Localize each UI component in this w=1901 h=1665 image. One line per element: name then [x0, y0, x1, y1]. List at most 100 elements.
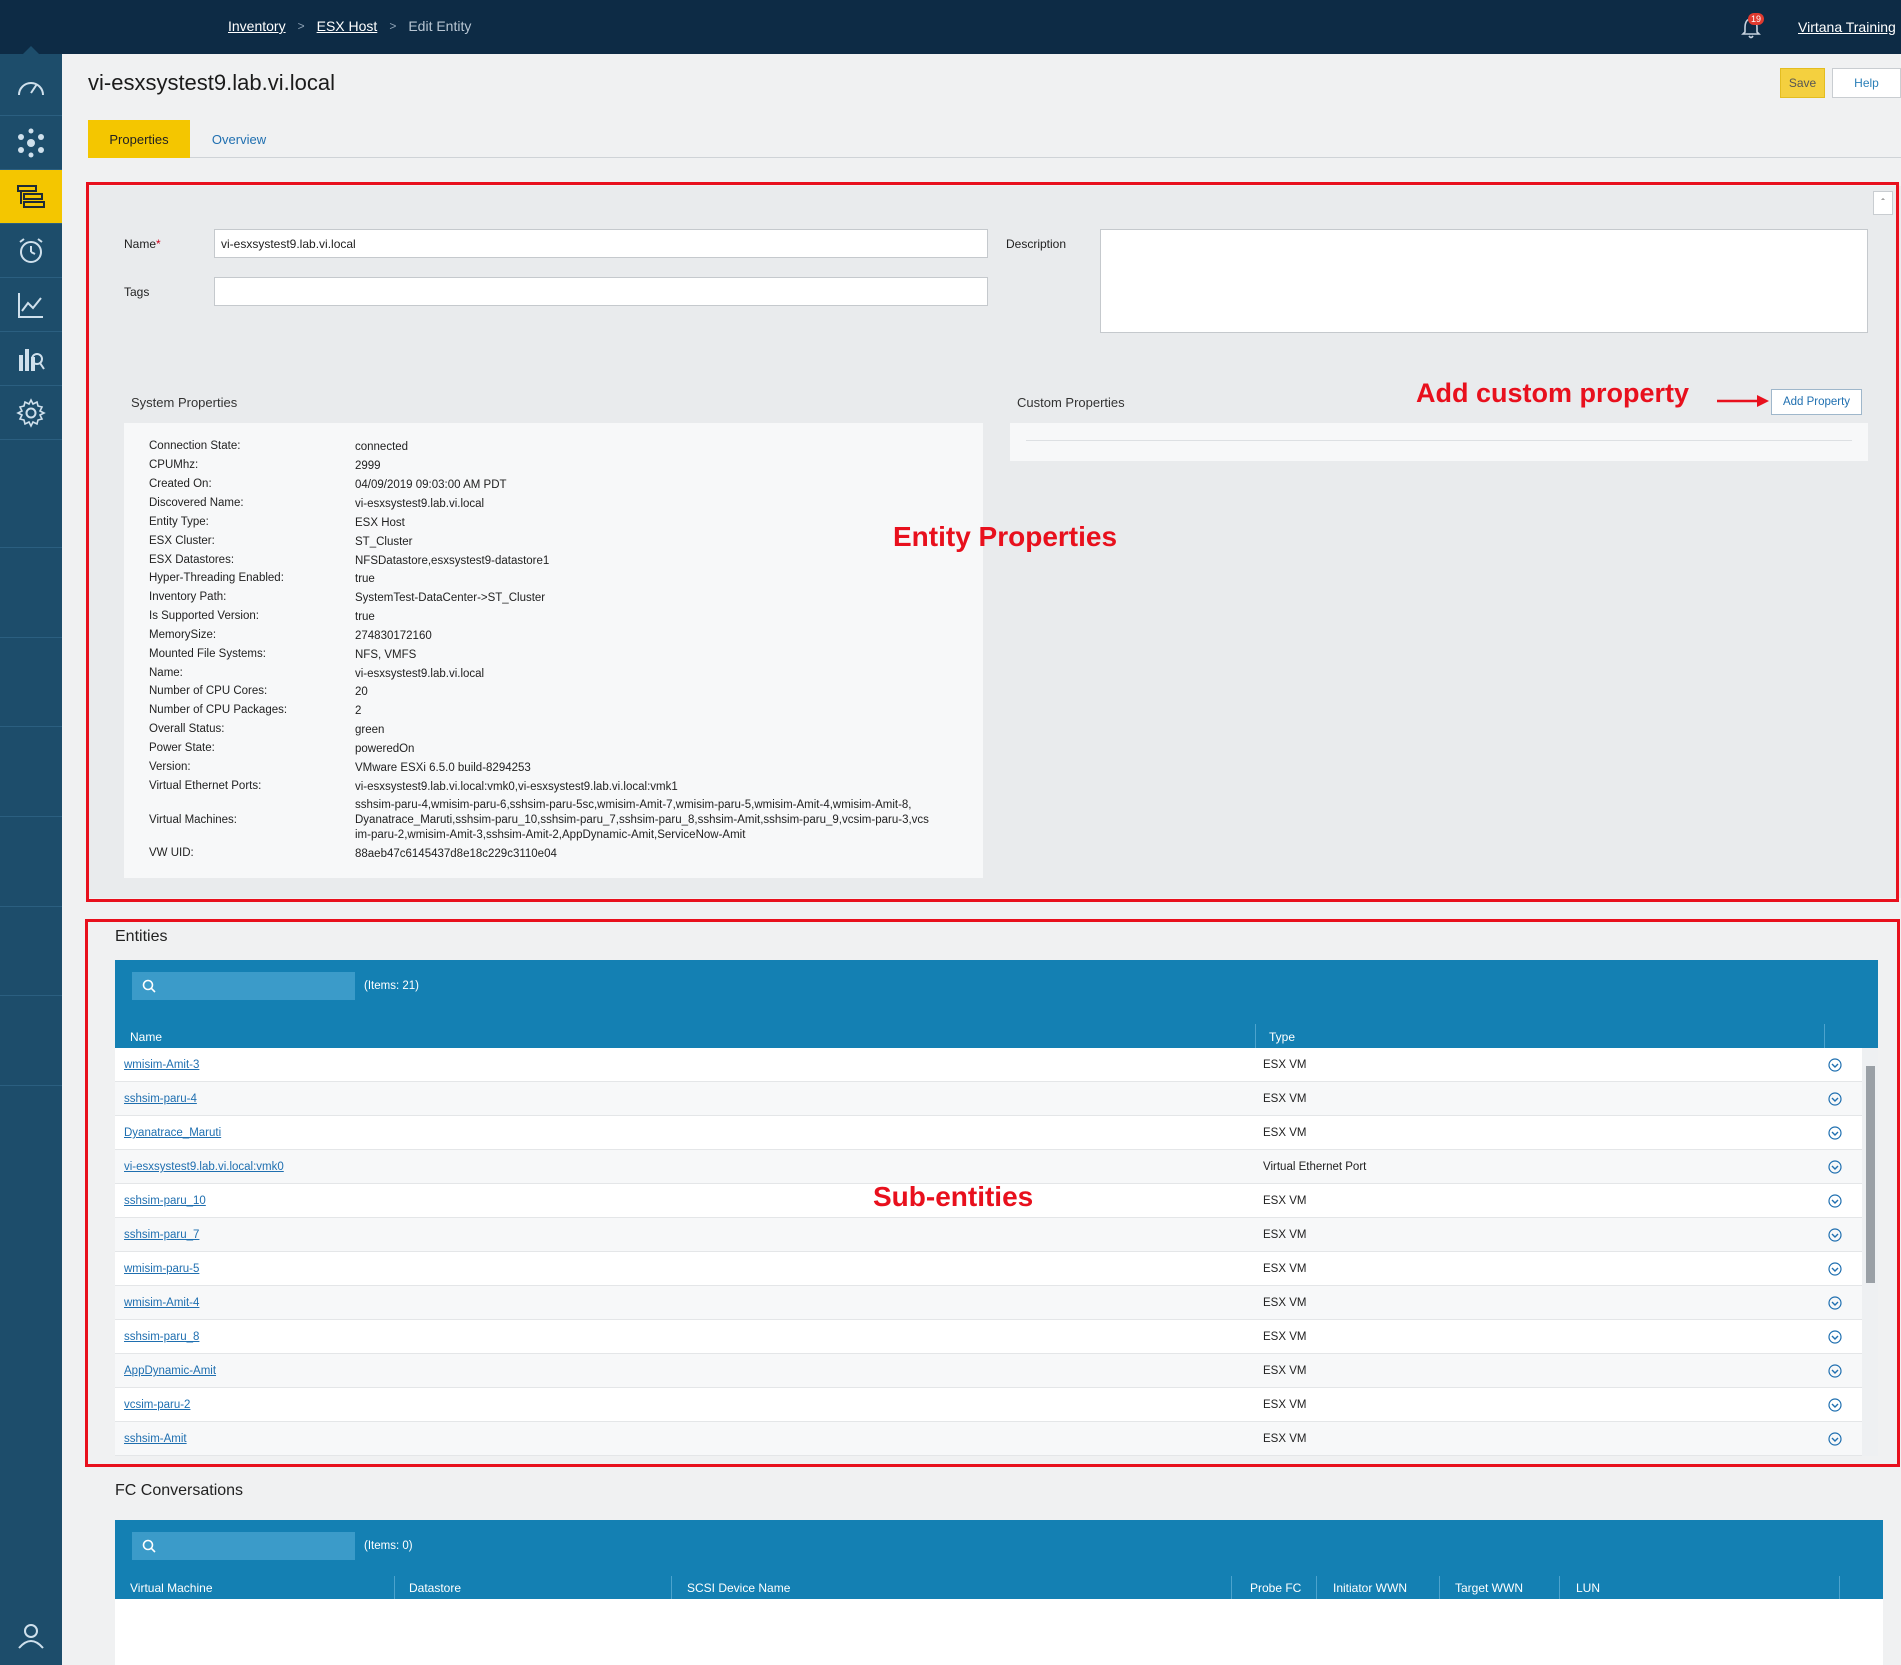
sidebar-divider: [0, 1085, 62, 1086]
breadcrumb-esx-host[interactable]: ESX Host: [317, 18, 378, 34]
table-row[interactable]: vcsim-paru-2 ESX VM: [115, 1388, 1862, 1422]
entities-search-input[interactable]: [132, 972, 355, 1000]
entity-link[interactable]: AppDynamic-Amit: [124, 1365, 216, 1377]
entity-type: ESX VM: [1263, 1433, 1307, 1445]
chevron-down-icon[interactable]: [1828, 1228, 1842, 1242]
sidebar-item-profile[interactable]: [0, 1609, 62, 1663]
entity-link[interactable]: vcsim-paru-2: [124, 1399, 190, 1411]
entity-link[interactable]: wmisim-paru-5: [124, 1263, 199, 1275]
entity-type: ESX VM: [1263, 1127, 1307, 1139]
entity-type: ESX VM: [1263, 1399, 1307, 1411]
gauge-icon: [18, 81, 44, 95]
user-menu[interactable]: Virtana Training: [1798, 19, 1896, 35]
sidebar-divider: [0, 637, 62, 638]
column-divider: [1824, 1024, 1825, 1048]
table-row[interactable]: sshsim-paru_8 ESX VM: [115, 1320, 1862, 1354]
sidebar-item-settings[interactable]: [0, 386, 62, 440]
entity-type: ESX VM: [1263, 1059, 1307, 1071]
breadcrumb: Inventory > ESX Host > Edit Entity: [228, 18, 471, 34]
help-button[interactable]: Help: [1832, 68, 1901, 98]
sidebar-divider: [0, 726, 62, 727]
sidebar-item-analytics[interactable]: [0, 278, 62, 332]
breadcrumb-inventory[interactable]: Inventory: [228, 18, 286, 34]
sidebar-item-topology[interactable]: [0, 116, 62, 170]
table-row[interactable]: sshsim-Amit ESX VM: [115, 1422, 1862, 1456]
table-row[interactable]: sshsim-paru_7 ESX VM: [115, 1218, 1862, 1252]
column-header-type[interactable]: Type: [1269, 1030, 1295, 1044]
table-row[interactable]: wmisim-paru-5 ESX VM: [115, 1252, 1862, 1286]
entities-grid-body: wmisim-Amit-3 ESX VM sshsim-paru-4 ESX VM …: [115, 1048, 1878, 1456]
table-row[interactable]: sshsim-paru-4 ESX VM: [115, 1082, 1862, 1116]
fc-grid-body: [115, 1599, 1883, 1665]
column-divider: [394, 1576, 395, 1599]
fc-search-input[interactable]: [132, 1532, 355, 1560]
sidebar-divider: [0, 995, 62, 996]
sidebar-item-alarms[interactable]: [0, 224, 62, 278]
chevron-down-icon[interactable]: [1828, 1330, 1842, 1344]
chevron-down-icon[interactable]: [1828, 1126, 1842, 1140]
column-divider: [1839, 1576, 1840, 1599]
sidebar-item-inventory[interactable]: [0, 170, 62, 224]
chevron-down-icon[interactable]: [1828, 1092, 1842, 1106]
table-row[interactable]: Dyanatrace_Maruti ESX VM: [115, 1116, 1862, 1150]
entity-link[interactable]: sshsim-paru_8: [124, 1331, 199, 1343]
entity-link[interactable]: sshsim-paru_7: [124, 1229, 199, 1241]
save-button[interactable]: Save: [1780, 68, 1825, 98]
entity-type: Virtual Ethernet Port: [1263, 1161, 1367, 1173]
chevron-down-icon[interactable]: [1828, 1194, 1842, 1208]
column-header-initiator-wwn[interactable]: Initiator WWN: [1333, 1581, 1407, 1595]
inventory-icon: [17, 184, 45, 208]
column-divider: [671, 1576, 672, 1599]
table-row[interactable]: wmisim-Amit-3 ESX VM: [115, 1048, 1862, 1082]
tab-bar: Properties Overview: [88, 120, 1901, 158]
sidebar-divider: [0, 906, 62, 907]
entities-title: Entities: [115, 928, 168, 945]
tab-overview[interactable]: Overview: [198, 120, 280, 158]
column-header-virtual-machine[interactable]: Virtual Machine: [130, 1581, 213, 1595]
tab-properties[interactable]: Properties: [88, 120, 190, 158]
entity-link[interactable]: vi-esxsystest9.lab.vi.local:vmk0: [124, 1161, 284, 1173]
entity-link[interactable]: sshsim-Amit: [124, 1433, 187, 1445]
column-header-probe-fc[interactable]: Probe FC: [1250, 1581, 1301, 1595]
chevron-down-icon[interactable]: [1828, 1398, 1842, 1412]
entities-grid-header: (Items: 21) Name Type: [115, 960, 1878, 1048]
column-header-name[interactable]: Name: [130, 1030, 162, 1044]
entity-link[interactable]: sshsim-paru_10: [124, 1195, 206, 1207]
entity-link[interactable]: wmisim-Amit-3: [124, 1059, 199, 1071]
sidebar-divider: [0, 547, 62, 548]
chevron-down-icon[interactable]: [1828, 1296, 1842, 1310]
column-header-lun[interactable]: LUN: [1576, 1581, 1600, 1595]
sidebar-item-dashboard[interactable]: [0, 62, 62, 116]
chevron-down-icon[interactable]: [1828, 1160, 1842, 1174]
table-row[interactable]: wmisim-Amit-4 ESX VM: [115, 1286, 1862, 1320]
entity-properties-annotation: Entity Properties: [893, 521, 1118, 552]
table-row[interactable]: AppDynamic-Amit ESX VM: [115, 1354, 1862, 1388]
entity-link[interactable]: wmisim-Amit-4: [124, 1297, 199, 1309]
scrollbar-thumb[interactable]: [1866, 1066, 1875, 1283]
sidebar-item-reports[interactable]: [0, 332, 62, 386]
column-header-datastore[interactable]: Datastore: [409, 1581, 461, 1595]
table-row[interactable]: vi-esxsystest9.lab.vi.local:vmk0 Virtual …: [115, 1150, 1862, 1184]
sidebar: [0, 46, 62, 1665]
breadcrumb-separator-icon: >: [389, 19, 397, 33]
entities-scrollbar[interactable]: [1862, 1048, 1878, 1456]
fc-count: (Items: 0): [364, 1540, 413, 1552]
chevron-down-icon[interactable]: [1828, 1432, 1842, 1446]
chevron-down-icon[interactable]: [1828, 1262, 1842, 1276]
entity-link[interactable]: sshsim-paru-4: [124, 1093, 197, 1105]
analytics-icon: [18, 292, 43, 318]
sub-entities-annotation: Sub-entities: [873, 1181, 1034, 1212]
chevron-down-icon[interactable]: [1828, 1058, 1842, 1072]
entity-type: ESX VM: [1263, 1331, 1307, 1343]
search-icon: [142, 1539, 156, 1553]
fc-grid-header: (Items: 0) Virtual Machine Datastore SCS…: [115, 1520, 1883, 1599]
topology-icon: [18, 128, 44, 157]
entity-link[interactable]: Dyanatrace_Maruti: [124, 1127, 221, 1139]
entity-type: ESX VM: [1263, 1229, 1307, 1241]
reports-icon: [19, 348, 45, 371]
chevron-down-icon[interactable]: [1828, 1364, 1842, 1378]
breadcrumb-current: Edit Entity: [408, 18, 472, 34]
column-header-target-wwn[interactable]: Target WWN: [1455, 1581, 1523, 1595]
column-header-scsi-device-name[interactable]: SCSI Device Name: [687, 1581, 790, 1595]
arrow-right-icon: [1717, 395, 1769, 407]
